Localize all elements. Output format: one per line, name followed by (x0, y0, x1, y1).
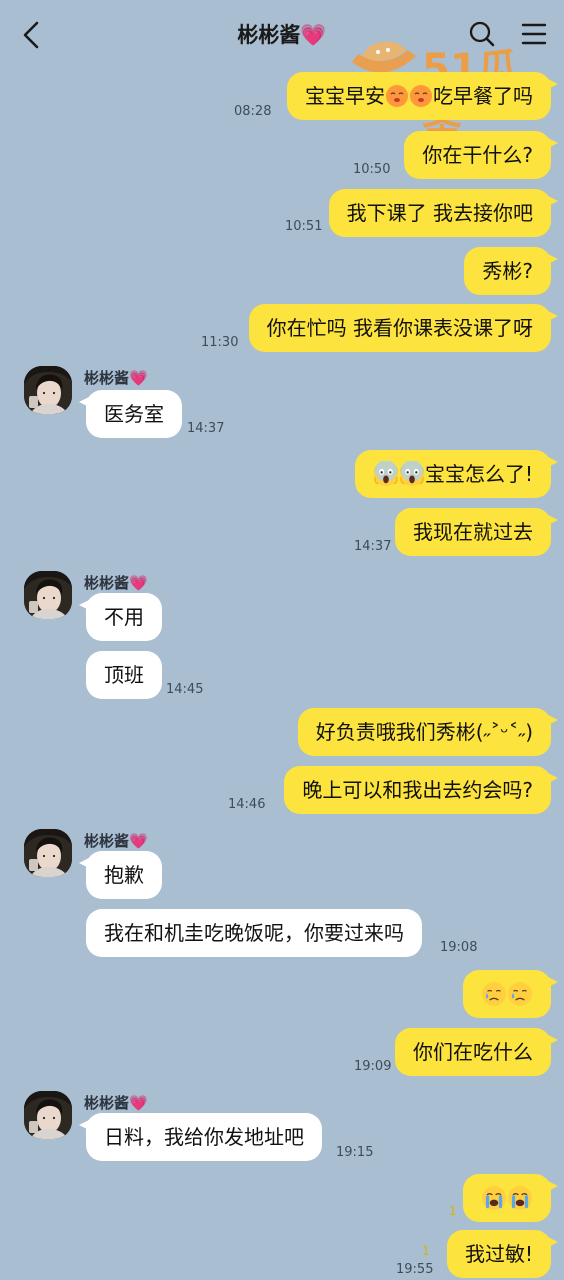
message-text: 宝宝怎么了! (424, 462, 533, 486)
message-time: 10:51 (285, 219, 323, 234)
unread-count: 1 (449, 1204, 457, 1218)
contact-avatar[interactable] (24, 829, 72, 877)
message-time: 14:45 (166, 682, 204, 697)
their-message-bubble[interactable]: 我在和机圭吃晚饭呢，你要过来吗 (86, 909, 422, 957)
message-time: 14:37 (354, 539, 392, 554)
message-text: 吃早餐了吗 (433, 84, 533, 108)
message-time: 19:09 (354, 1059, 392, 1074)
message-time: 19:55 (396, 1262, 434, 1277)
menu-icon[interactable] (520, 20, 548, 48)
message-text: 顶班 (104, 663, 144, 687)
search-icon[interactable] (468, 20, 496, 48)
my-message-bubble[interactable] (463, 1174, 558, 1222)
message-text: 晚上可以和我出去约会吗? (302, 778, 533, 802)
message-text: 我下课了 我去接你吧 (346, 201, 533, 225)
my-message-bubble[interactable]: 我过敏! (446, 1230, 559, 1278)
my-message-bubble[interactable]: 宝宝早安 吃早餐了吗 (287, 72, 558, 120)
hot-face-icon (409, 84, 433, 108)
their-message-bubble[interactable]: 日料，我给你发地址吧 (79, 1113, 322, 1161)
message-time: 11:30 (201, 335, 239, 350)
loudly-crying-face-icon (507, 1185, 533, 1211)
message-text: 医务室 (104, 402, 164, 426)
my-message-bubble[interactable]: 晚上可以和我出去约会吗? (284, 766, 558, 814)
message-text: 你在忙吗 我看你课表没课了呀 (266, 316, 533, 340)
my-message-bubble[interactable]: 我下课了 我去接你吧 (328, 189, 559, 237)
message-time: 19:08 (440, 940, 478, 955)
message-time: 08:28 (234, 104, 272, 119)
my-message-bubble[interactable]: 秀彬? (464, 247, 558, 295)
sender-name: 彬彬酱💗 (84, 832, 148, 850)
contact-avatar[interactable] (24, 571, 72, 619)
message-text: 你们在吃什么 (413, 1040, 533, 1064)
message-text: 秀彬? (482, 259, 533, 283)
crying-face-icon (481, 981, 507, 1007)
their-message-bubble[interactable]: 顶班 (86, 651, 162, 699)
sender-name: 彬彬酱💗 (84, 574, 148, 592)
message-text: 宝宝早安 (305, 84, 385, 108)
message-time: 14:46 (228, 797, 266, 812)
message-text: 我现在就过去 (413, 520, 533, 544)
my-message-bubble[interactable]: 好负责哦我们秀彬(˶˃ᵕ˂˶) (297, 708, 559, 756)
message-text: 你在干什么? (422, 143, 533, 167)
unread-count: 1 (422, 1244, 430, 1258)
message-text: 不用 (104, 605, 144, 629)
my-message-bubble[interactable]: 你在忙吗 我看你课表没课了呀 (248, 304, 559, 352)
screaming-face-icon (373, 461, 399, 487)
sender-name: 彬彬酱💗 (84, 1094, 148, 1112)
contact-avatar[interactable] (24, 366, 72, 414)
my-message-bubble[interactable] (463, 970, 558, 1018)
message-time: 10:50 (353, 162, 391, 177)
message-text: 好负责哦我们秀彬(˶˃ᵕ˂˶) (315, 720, 533, 744)
hot-face-icon (385, 84, 409, 108)
contact-avatar[interactable] (24, 1091, 72, 1139)
screaming-face-icon (399, 461, 425, 487)
chat-header: 彬彬酱💗 (0, 0, 564, 70)
their-message-bubble[interactable]: 抱歉 (79, 851, 162, 899)
message-text: 我过敏! (464, 1242, 533, 1266)
my-message-bubble[interactable]: 你在干什么? (404, 131, 558, 179)
message-text: 抱歉 (104, 863, 144, 887)
my-message-bubble[interactable]: 我现在就过去 (395, 508, 558, 556)
my-message-bubble[interactable]: 宝宝怎么了! (354, 450, 559, 498)
sender-name: 彬彬酱💗 (84, 369, 148, 387)
my-message-bubble[interactable]: 你们在吃什么 (395, 1028, 558, 1076)
crying-face-icon (507, 981, 533, 1007)
their-message-bubble[interactable]: 不用 (79, 593, 162, 641)
message-time: 19:15 (336, 1145, 374, 1160)
message-text: 我在和机圭吃晚饭呢，你要过来吗 (104, 921, 404, 945)
loudly-crying-face-icon (481, 1185, 507, 1211)
message-text: 日料，我给你发地址吧 (104, 1125, 304, 1149)
message-time: 14:37 (187, 421, 225, 436)
their-message-bubble[interactable]: 医务室 (79, 390, 182, 438)
